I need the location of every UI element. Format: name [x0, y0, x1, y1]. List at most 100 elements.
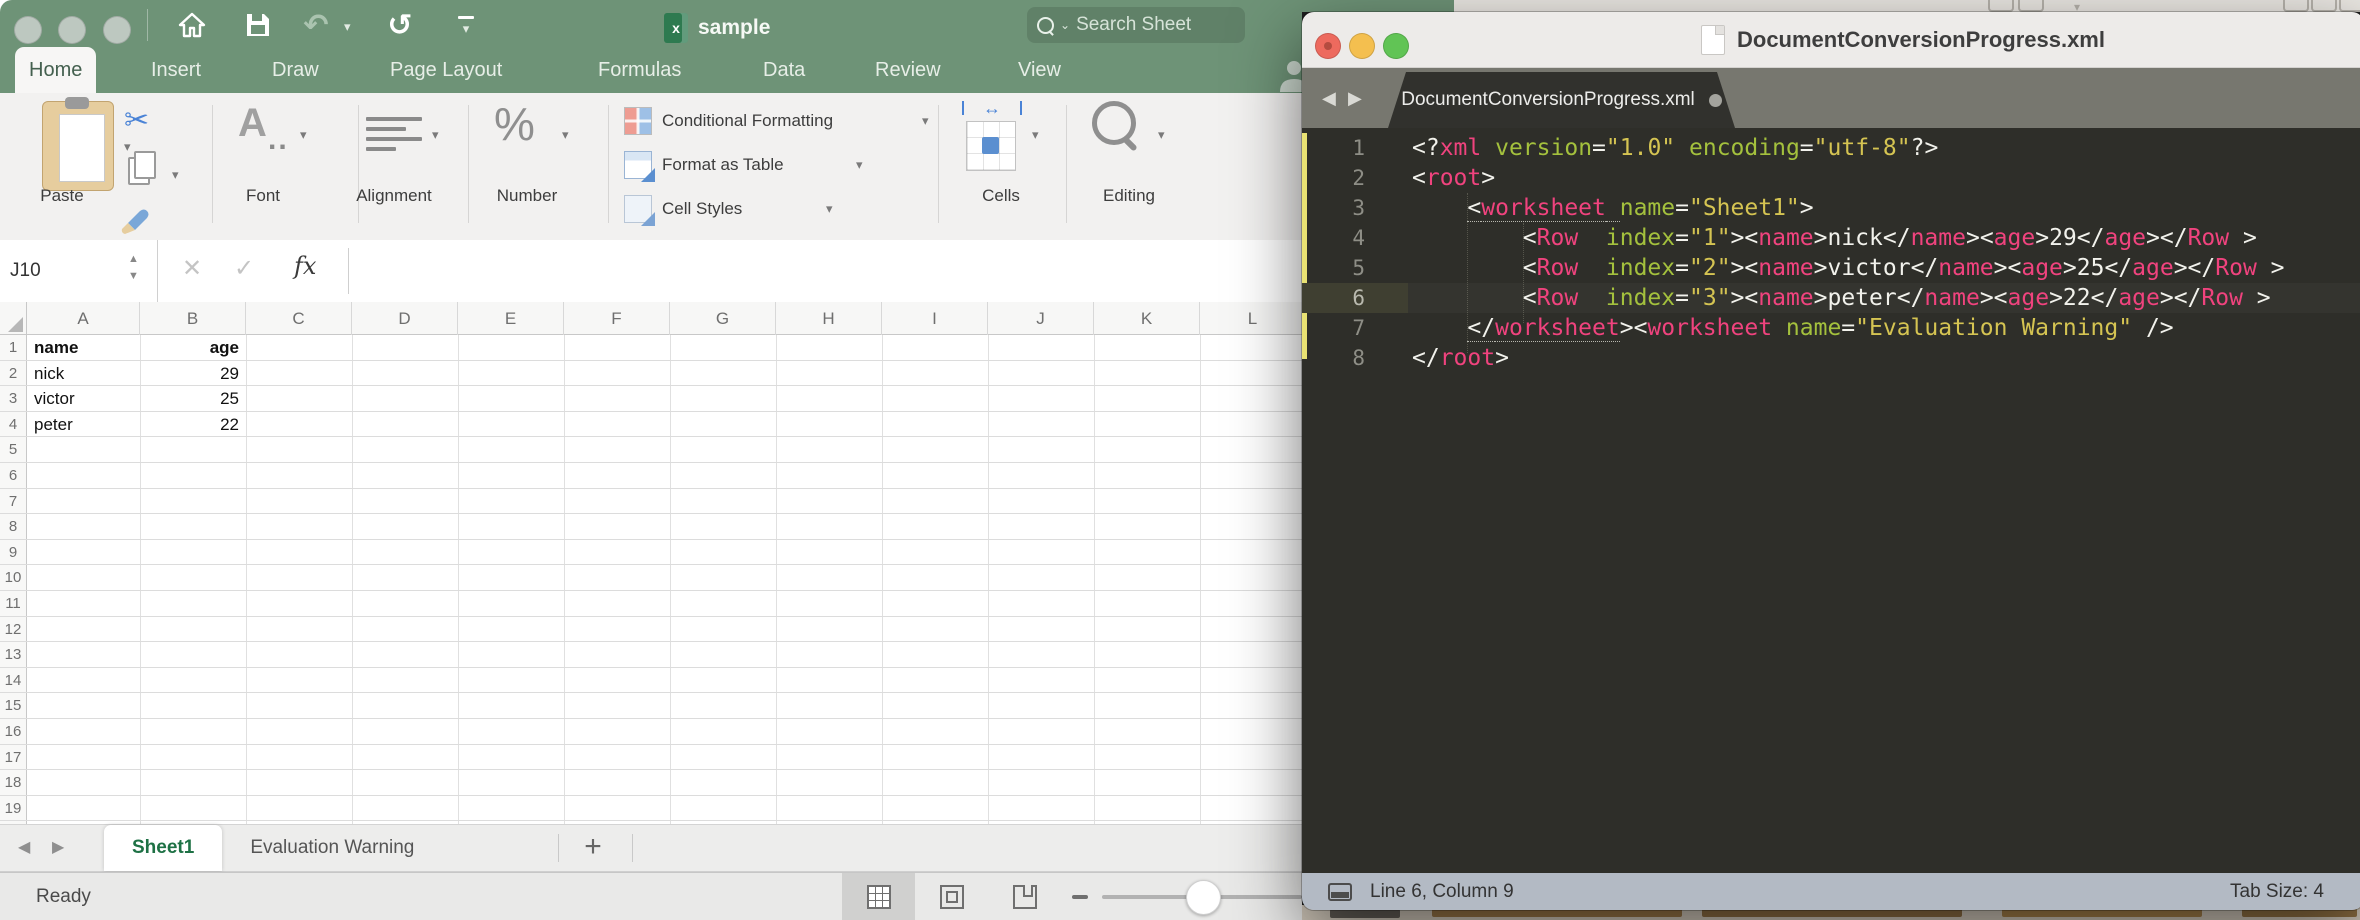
next-sheet-icon[interactable]: ▶ [52, 825, 64, 871]
close-button[interactable] [14, 16, 42, 44]
panel-icon[interactable] [1328, 883, 1352, 901]
minimize-button[interactable] [1349, 33, 1375, 59]
zoom-slider-handle[interactable] [1186, 880, 1221, 915]
code-line-8[interactable]: </root> [1412, 343, 1509, 373]
add-sheet-button[interactable]: + [578, 825, 608, 871]
conditional-formatting-caret-icon[interactable]: ▾ [922, 113, 929, 129]
ribbon-tab-data[interactable]: Data [749, 47, 819, 93]
code-line-1[interactable]: <?xml version="1.0" encoding="utf-8"?> [1412, 133, 1938, 163]
confirm-entry-icon[interactable]: ✓ [234, 254, 254, 283]
page-layout-view-button[interactable] [915, 873, 988, 920]
row-header-11[interactable]: 11 [0, 591, 27, 616]
save-icon[interactable] [240, 6, 276, 44]
cancel-entry-icon[interactable]: ✕ [182, 254, 202, 283]
undo-caret-icon[interactable]: ▾ [344, 20, 351, 33]
row-header-9[interactable]: 9 [0, 540, 27, 565]
code-line-4[interactable]: <Row index="1"><name>nick</name><age>29<… [1412, 223, 2257, 253]
column-header-C[interactable]: C [246, 302, 352, 335]
font-icon[interactable]: A [238, 101, 267, 146]
name-box-spinner[interactable]: ▲▼ [128, 254, 139, 282]
cell-B4[interactable]: 22 [140, 412, 246, 438]
cell-styles-button[interactable]: Cell Styles [662, 199, 742, 219]
format-as-table-caret-icon[interactable]: ▾ [856, 157, 863, 173]
formula-input[interactable] [356, 244, 1298, 300]
row-header-16[interactable]: 16 [0, 719, 27, 744]
column-header-I[interactable]: I [882, 302, 988, 335]
copy-caret-icon[interactable]: ▾ [172, 167, 179, 183]
code-area[interactable]: 1<?xml version="1.0" encoding="utf-8"?>2… [1302, 128, 2360, 873]
normal-view-button[interactable] [842, 873, 915, 920]
cut-icon[interactable]: ✂ [124, 103, 149, 138]
column-header-J[interactable]: J [988, 302, 1094, 335]
zoom-button[interactable] [1383, 33, 1409, 59]
row-header-18[interactable]: 18 [0, 770, 27, 795]
font-caret-icon[interactable]: ▾ [300, 127, 307, 143]
cell-styles-caret-icon[interactable]: ▾ [826, 201, 833, 217]
conditional-formatting-icon[interactable] [624, 107, 652, 135]
conditional-formatting-button[interactable]: Conditional Formatting [662, 111, 833, 131]
cell-A1[interactable]: name [27, 335, 140, 361]
code-line-6[interactable]: <Row index="3"><name>peter</name><age>22… [1412, 283, 2271, 313]
cell-B2[interactable]: 29 [140, 361, 246, 387]
cell-A4[interactable]: peter [27, 412, 140, 438]
paste-button[interactable] [42, 101, 114, 191]
nav-back-icon[interactable]: ◀ [1322, 68, 1336, 128]
code-line-2[interactable]: <root> [1412, 163, 1495, 193]
cell-B3[interactable]: 25 [140, 386, 246, 412]
nav-forward-icon[interactable]: ▶ [1348, 68, 1362, 128]
column-header-F[interactable]: F [564, 302, 670, 335]
ribbon-tab-insert[interactable]: Insert [137, 47, 215, 93]
insert-function-icon[interactable]: fx [294, 252, 316, 280]
code-line-7[interactable]: </worksheet><worksheet name="Evaluation … [1412, 313, 2174, 343]
editor-active-tab[interactable]: DocumentConversionProgress.xml [1388, 72, 1735, 128]
row-header-15[interactable]: 15 [0, 693, 27, 718]
alignment-caret-icon[interactable]: ▾ [432, 127, 439, 143]
editing-search-icon[interactable] [1092, 101, 1136, 145]
format-as-table-icon[interactable] [624, 151, 652, 179]
row-header-1[interactable]: 1 [0, 335, 27, 360]
row-header-14[interactable]: 14 [0, 668, 27, 693]
format-painter-icon[interactable] [118, 209, 150, 240]
ribbon-tab-draw[interactable]: Draw [258, 47, 333, 93]
redo-icon[interactable]: ↺ [382, 6, 418, 44]
column-header-L[interactable]: L [1200, 302, 1302, 335]
column-header-A[interactable]: A [27, 302, 140, 335]
row-header-13[interactable]: 13 [0, 642, 27, 667]
column-header-K[interactable]: K [1094, 302, 1200, 335]
customize-toolbar-icon[interactable]: ▾ [448, 6, 484, 44]
row-header-19[interactable]: 19 [0, 796, 27, 821]
format-as-table-button[interactable]: Format as Table [662, 155, 784, 175]
column-header-H[interactable]: H [776, 302, 882, 335]
ribbon-tab-home[interactable]: Home [15, 47, 96, 93]
select-all-button[interactable] [0, 302, 27, 335]
row-header-10[interactable]: 10 [0, 565, 27, 590]
row-header-2[interactable]: 2 [0, 361, 27, 386]
column-header-B[interactable]: B [140, 302, 246, 335]
ribbon-tab-review[interactable]: Review [861, 47, 955, 93]
cells-caret-icon[interactable]: ▾ [1032, 127, 1039, 143]
prev-sheet-icon[interactable]: ◀ [18, 825, 30, 871]
row-header-3[interactable]: 3 [0, 386, 27, 411]
sheet-tab-evaluation-warning[interactable]: Evaluation Warning [222, 825, 442, 871]
undo-icon[interactable]: ↶ [298, 6, 334, 44]
copy-icon[interactable] [128, 157, 150, 185]
row-header-5[interactable]: 5 [0, 437, 27, 462]
row-header-4[interactable]: 4 [0, 412, 27, 437]
row-header-8[interactable]: 8 [0, 514, 27, 539]
column-header-E[interactable]: E [458, 302, 564, 335]
alignment-icon[interactable] [366, 117, 422, 157]
cell-B1[interactable]: age [140, 335, 246, 361]
column-header-D[interactable]: D [352, 302, 458, 335]
ribbon-tab-formulas[interactable]: Formulas [584, 47, 695, 93]
code-line-5[interactable]: <Row index="2"><name>victor</name><age>2… [1412, 253, 2285, 283]
number-caret-icon[interactable]: ▾ [562, 127, 569, 143]
row-header-12[interactable]: 12 [0, 617, 27, 642]
column-header-G[interactable]: G [670, 302, 776, 335]
cell-A3[interactable]: victor [27, 386, 140, 412]
home-icon[interactable] [174, 6, 210, 44]
paste-caret-icon[interactable]: ▾ [124, 139, 131, 155]
row-header-6[interactable]: 6 [0, 463, 27, 488]
editing-caret-icon[interactable]: ▾ [1158, 127, 1165, 143]
zoom-out-icon[interactable] [1072, 895, 1088, 899]
cell-styles-icon[interactable] [624, 195, 652, 223]
